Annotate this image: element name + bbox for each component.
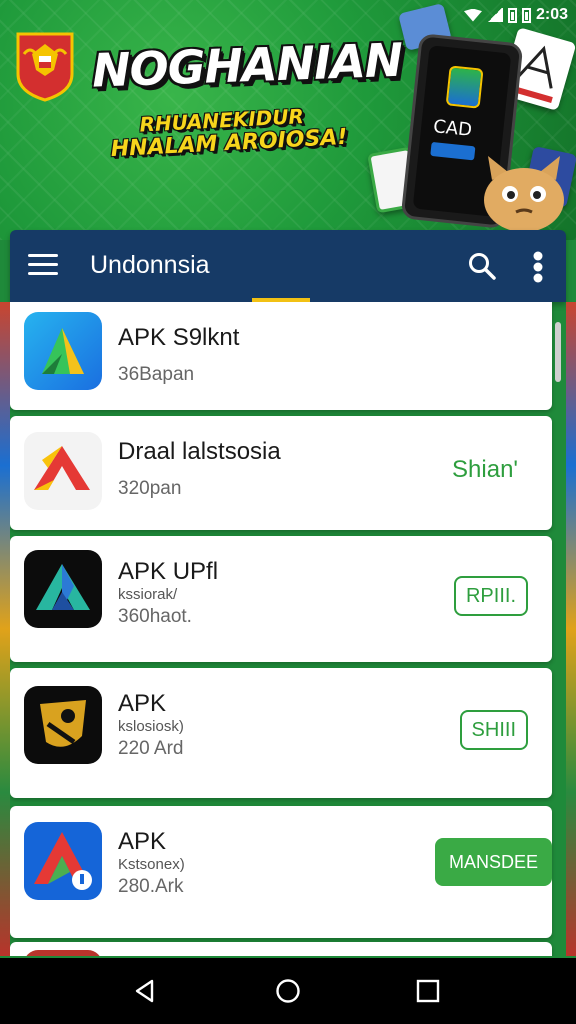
app-list: APK S9lknt 36Bapan Draal lalstsosia 320p… [10,302,566,956]
banner-title: NOGHANIAN [91,32,404,98]
battery-icon [521,7,531,23]
list-item[interactable]: APK UPfl kssiorak/ 360haot. RPIII. [10,536,552,662]
list-item[interactable]: APK Kstsonex) 280.Ark MANSDEE [10,806,552,938]
app-logo-icon [445,65,484,109]
app-size: 220 Ard [118,738,184,759]
back-icon[interactable] [132,978,158,1004]
app-developer: kslosiosk) [118,718,184,735]
battery-icon [507,7,517,23]
app-name: APK UPfl [118,558,219,585]
app-bar-title: Undonnsia [90,251,210,279]
more-vert-icon[interactable] [528,250,548,284]
signal-icon [486,8,503,22]
install-button[interactable]: Shian' [442,450,528,490]
app-icon [24,686,102,764]
install-button[interactable]: SHIII [459,710,528,750]
side-decoration [566,302,576,956]
app-size: 280.Ark [118,876,184,897]
install-button[interactable]: RPIII. [453,576,528,616]
hero-banner: NOGHANIAN RHUANEKIDUR HNALAM AROIOSA! CA… [0,0,576,240]
list-item[interactable]: APK kslosiosk) 220 Ard SHIII [10,668,552,798]
app-size: 320pan [118,478,182,499]
scrollbar[interactable] [555,322,561,382]
search-icon[interactable] [468,252,496,280]
install-button[interactable]: MANSDEE [434,838,552,886]
list-item[interactable] [10,942,552,956]
app-icon [24,950,102,956]
menu-icon[interactable] [28,254,58,278]
list-item[interactable]: APK S9lknt 36Bapan [10,302,552,410]
emblem-icon [16,32,74,102]
phone-text: CAD [432,116,473,141]
home-icon[interactable] [275,978,301,1004]
mascot-icon [484,156,564,232]
app-name: APK [118,828,167,855]
app-icon [24,312,102,390]
app-developer: kssiorak/ [118,586,178,603]
side-decoration [0,302,10,956]
app-bar: Undonnsia [10,230,566,302]
app-name: Draal lalstsosia [118,438,281,465]
list-item[interactable]: Draal lalstsosia 320pan Shian' [10,416,552,530]
app-icon [24,822,102,900]
app-size: 36Bapan [118,364,195,385]
system-nav-bar [0,958,576,1024]
app-name: APK [118,690,167,717]
app-icon [24,550,102,628]
app-name: APK S9lknt [118,324,240,351]
app-icon [24,432,102,510]
recents-icon[interactable] [415,978,441,1004]
wifi-icon [463,8,482,22]
status-time: 2:03 [535,6,568,23]
app-developer: Kstsonex) [118,856,185,873]
status-bar: 2:03 [463,4,568,26]
app-size: 360haot. [118,606,192,627]
